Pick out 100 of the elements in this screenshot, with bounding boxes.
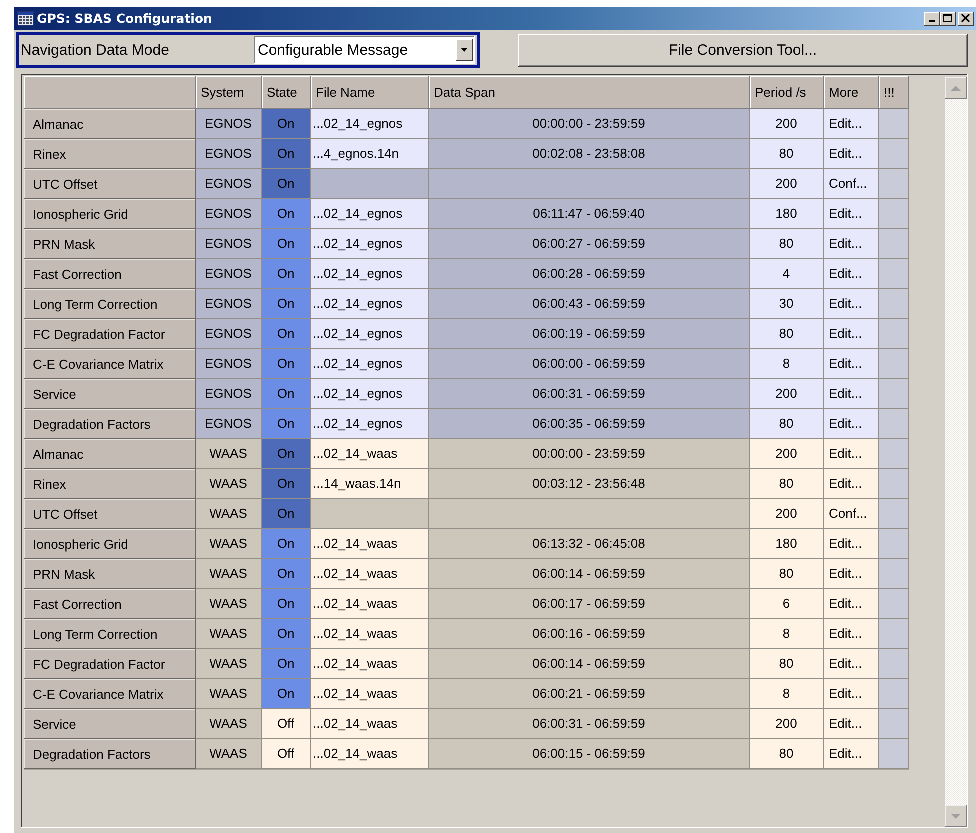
state-toggle[interactable]: On <box>262 199 311 229</box>
file-name-cell[interactable]: ...02_14_egnos <box>311 319 429 349</box>
state-toggle[interactable]: On <box>262 529 311 559</box>
file-name-cell[interactable]: ...02_14_waas <box>311 439 429 469</box>
scroll-down-button[interactable] <box>945 805 967 827</box>
state-toggle[interactable]: On <box>262 109 311 139</box>
edit-button[interactable]: Edit... <box>824 439 879 469</box>
state-toggle[interactable]: Off <box>262 739 311 769</box>
state-toggle[interactable]: On <box>262 139 311 169</box>
state-toggle[interactable]: On <box>262 619 311 649</box>
state-toggle[interactable]: On <box>262 379 311 409</box>
edit-button[interactable]: Conf... <box>824 169 879 199</box>
state-toggle[interactable]: On <box>262 169 311 199</box>
edit-button[interactable]: Edit... <box>824 139 879 169</box>
state-toggle[interactable]: On <box>262 679 311 709</box>
edit-button[interactable]: Edit... <box>824 319 879 349</box>
edit-button[interactable]: Edit... <box>824 709 879 739</box>
row-header: Long Term Correction <box>24 619 196 649</box>
state-toggle[interactable]: On <box>262 439 311 469</box>
edit-button[interactable]: Conf... <box>824 499 879 529</box>
maximize-button[interactable] <box>940 12 956 26</box>
file-conversion-button[interactable]: File Conversion Tool... <box>518 34 968 66</box>
file-name-cell[interactable]: ...02_14_egnos <box>311 199 429 229</box>
file-name-cell[interactable]: ...02_14_waas <box>311 709 429 739</box>
row-header: Service <box>24 709 196 739</box>
table-cell: 200 <box>750 109 824 139</box>
table-cell: EGNOS <box>196 379 262 409</box>
table-cell: 06:00:31 - 06:59:59 <box>429 379 750 409</box>
table-cell: EGNOS <box>196 289 262 319</box>
edit-button[interactable]: Edit... <box>824 109 879 139</box>
edit-button[interactable]: Edit... <box>824 409 879 439</box>
column-header: File Name <box>311 76 429 109</box>
file-name-cell[interactable]: ...02_14_waas <box>311 679 429 709</box>
edit-button[interactable]: Edit... <box>824 559 879 589</box>
edit-button[interactable]: Edit... <box>824 679 879 709</box>
state-toggle[interactable]: On <box>262 229 311 259</box>
file-name-cell[interactable]: ...02_14_waas <box>311 649 429 679</box>
table-cell: 80 <box>750 649 824 679</box>
edit-button[interactable]: Edit... <box>824 469 879 499</box>
edit-button[interactable]: Edit... <box>824 229 879 259</box>
edit-button[interactable]: Edit... <box>824 349 879 379</box>
state-toggle[interactable]: On <box>262 469 311 499</box>
edit-button[interactable]: Edit... <box>824 589 879 619</box>
up-arrow-icon <box>951 86 961 90</box>
table-cell: 06:00:43 - 06:59:59 <box>429 289 750 319</box>
edit-button[interactable]: Edit... <box>824 529 879 559</box>
file-name-cell[interactable]: ...02_14_egnos <box>311 259 429 289</box>
table-cell: WAAS <box>196 529 262 559</box>
table-cell: 00:03:12 - 23:56:48 <box>429 469 750 499</box>
row-header: Rinex <box>24 139 196 169</box>
row-header: Degradation Factors <box>24 739 196 769</box>
file-name-cell[interactable]: ...02_14_waas <box>311 589 429 619</box>
state-toggle[interactable]: On <box>262 289 311 319</box>
close-button[interactable] <box>958 12 974 26</box>
file-name-cell[interactable]: ...02_14_waas <box>311 529 429 559</box>
file-name-cell[interactable]: ...02_14_egnos <box>311 379 429 409</box>
state-toggle[interactable]: On <box>262 319 311 349</box>
table-cell: WAAS <box>196 709 262 739</box>
edit-button[interactable]: Edit... <box>824 289 879 319</box>
edit-button[interactable]: Edit... <box>824 649 879 679</box>
file-name-cell[interactable]: ...02_14_egnos <box>311 349 429 379</box>
table-cell: 6 <box>750 589 824 619</box>
state-toggle[interactable]: On <box>262 649 311 679</box>
table-cell: 8 <box>750 349 824 379</box>
file-name-cell[interactable]: ...02_14_waas <box>311 619 429 649</box>
state-toggle[interactable]: Off <box>262 709 311 739</box>
state-toggle[interactable]: On <box>262 259 311 289</box>
edit-button[interactable]: Edit... <box>824 259 879 289</box>
edit-button[interactable]: Edit... <box>824 379 879 409</box>
file-name-cell[interactable]: ...02_14_waas <box>311 559 429 589</box>
file-name-cell[interactable]: ...02_14_egnos <box>311 229 429 259</box>
table-cell: 80 <box>750 229 824 259</box>
row-header: Fast Correction <box>24 259 196 289</box>
file-name-cell[interactable]: ...14_waas.14n <box>311 469 429 499</box>
row-header: FC Degradation Factor <box>24 319 196 349</box>
file-name-cell[interactable]: ...02_14_waas <box>311 739 429 769</box>
table-cell: 06:00:27 - 06:59:59 <box>429 229 750 259</box>
state-toggle[interactable]: On <box>262 349 311 379</box>
state-toggle[interactable]: On <box>262 499 311 529</box>
minimize-button[interactable] <box>924 12 940 26</box>
edit-button[interactable]: Edit... <box>824 619 879 649</box>
state-toggle[interactable]: On <box>262 559 311 589</box>
edit-button[interactable]: Edit... <box>824 199 879 229</box>
state-toggle[interactable]: On <box>262 409 311 439</box>
column-header: !!! <box>879 76 909 109</box>
edit-button[interactable]: Edit... <box>824 739 879 769</box>
table-cell: 06:00:16 - 06:59:59 <box>429 619 750 649</box>
table-cell: 06:00:31 - 06:59:59 <box>429 709 750 739</box>
navigation-mode-dropdown[interactable]: Configurable Message <box>254 36 475 64</box>
scrollbar[interactable] <box>945 77 967 827</box>
table-cell: 06:00:14 - 06:59:59 <box>429 559 750 589</box>
file-name-cell[interactable]: ...4_egnos.14n <box>311 139 429 169</box>
scroll-up-button[interactable] <box>945 77 967 99</box>
row-header: PRN Mask <box>24 229 196 259</box>
table-cell: WAAS <box>196 649 262 679</box>
state-toggle[interactable]: On <box>262 589 311 619</box>
file-name-cell[interactable]: ...02_14_egnos <box>311 289 429 319</box>
file-name-cell[interactable]: ...02_14_egnos <box>311 409 429 439</box>
file-name-cell[interactable]: ...02_14_egnos <box>311 109 429 139</box>
table-cell: 8 <box>750 679 824 709</box>
